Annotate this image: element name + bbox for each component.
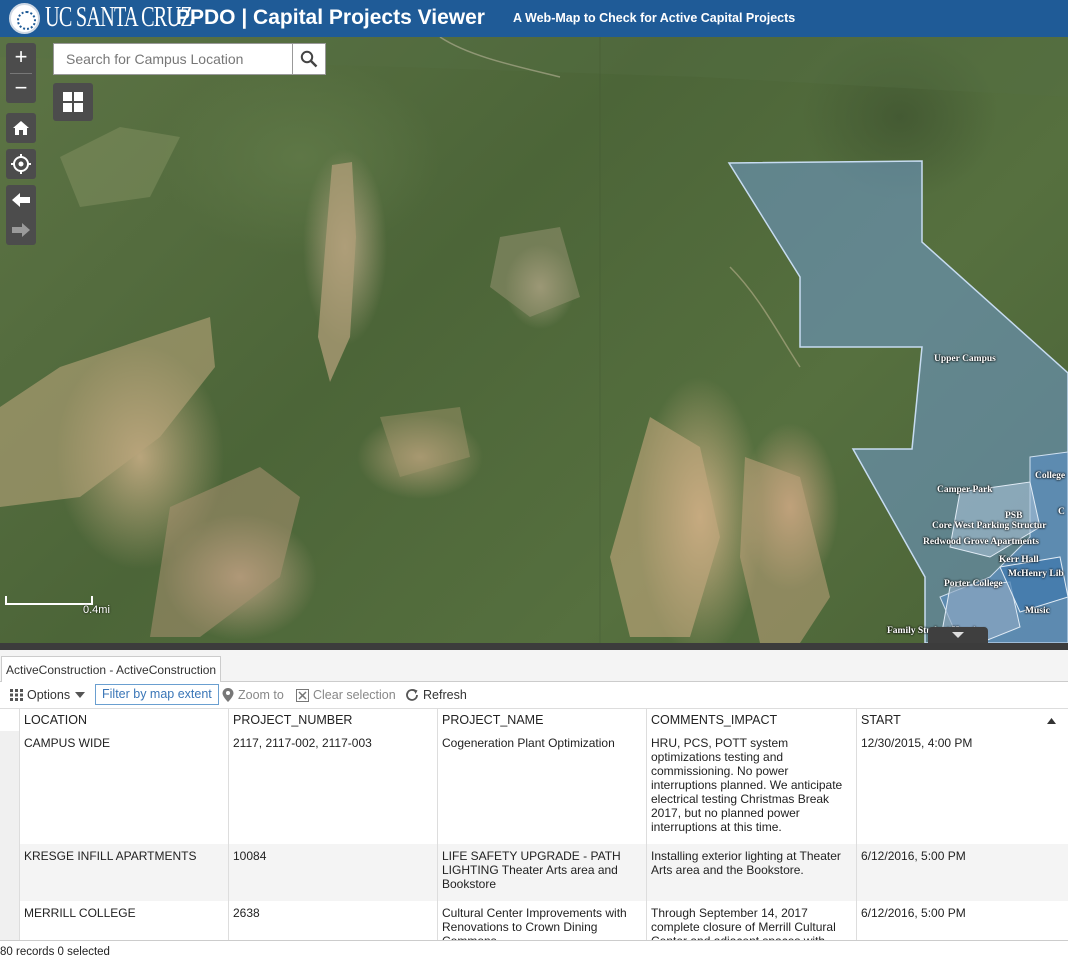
map-label-redwood-grove: Redwood Grove Apartments bbox=[923, 537, 1039, 547]
cell-start: 6/12/2016, 5:00 PM bbox=[861, 849, 966, 863]
refresh-button[interactable]: Refresh bbox=[405, 686, 467, 704]
forward-button[interactable] bbox=[11, 215, 31, 245]
scale-label: 0.4mi bbox=[83, 604, 110, 616]
table-row[interactable]: MERRILL COLLEGE 2638 Cultural Center Imp… bbox=[0, 901, 1068, 941]
home-icon bbox=[13, 121, 29, 135]
record-count-status: 80 records 0 selected bbox=[0, 946, 110, 958]
cell-comments-impact: HRU, PCS, POTT system optimizations test… bbox=[647, 731, 857, 844]
table-tab-bar: ActiveConstruction - ActiveConstruction bbox=[0, 650, 1068, 682]
select-all-cell[interactable] bbox=[0, 709, 20, 731]
cell-project-number: 10084 bbox=[229, 844, 438, 901]
table-header-row: LOCATION PROJECT_NUMBER PROJECT_NAME COM… bbox=[0, 709, 1068, 732]
map-imagery-overlay bbox=[0, 37, 1068, 643]
map-label-kerr-hall: Kerr Hall bbox=[999, 555, 1039, 565]
row-select-cell[interactable] bbox=[0, 901, 20, 941]
ucsc-wordmark: UC SANTA CRUZ bbox=[45, 2, 193, 33]
map-label-core-west: Core West Parking Structur bbox=[932, 521, 1047, 531]
ucsc-seal-logo bbox=[9, 3, 40, 34]
map-label-c: C bbox=[1058, 507, 1065, 517]
refresh-label: Refresh bbox=[423, 688, 467, 702]
row-select-cell[interactable] bbox=[0, 844, 20, 901]
app-header: UC SANTA CRUZ PPDO | Capital Projects Vi… bbox=[0, 0, 1068, 37]
column-header-project-name[interactable]: PROJECT_NAME bbox=[438, 709, 647, 731]
search-input[interactable] bbox=[54, 44, 292, 74]
map-label-porter-college: Porter College bbox=[944, 579, 1003, 589]
cell-location: MERRILL COLLEGE bbox=[20, 901, 229, 941]
map-label-mchenry: McHenry Lib bbox=[1008, 569, 1064, 579]
map-view[interactable]: Upper Campus College Camper Park PSB C C… bbox=[0, 37, 1068, 643]
app-title: PPDO | Capital Projects Viewer bbox=[176, 6, 485, 29]
app-subtitle: A Web-Map to Check for Active Capital Pr… bbox=[513, 11, 796, 25]
options-label: Options bbox=[27, 688, 71, 702]
attribute-table-toggle[interactable] bbox=[928, 627, 988, 643]
map-table-divider[interactable] bbox=[0, 643, 1068, 650]
clear-selection-label: Clear selection bbox=[313, 688, 396, 702]
cell-start: 12/30/2015, 4:00 PM bbox=[861, 736, 973, 750]
zoom-in-icon[interactable]: + bbox=[6, 43, 36, 73]
table-row[interactable]: KRESGE INFILL APARTMENTS 10084 LIFE SAFE… bbox=[0, 844, 1068, 901]
map-pin-icon bbox=[222, 688, 234, 702]
cell-location: KRESGE INFILL APARTMENTS bbox=[20, 844, 229, 901]
basemap-gallery-button[interactable] bbox=[53, 83, 93, 121]
map-label-upper-campus: Upper Campus bbox=[934, 354, 996, 364]
cell-project-number: 2117, 2117-002, 2117-003 bbox=[229, 731, 438, 844]
forward-arrow-icon bbox=[12, 223, 30, 237]
cell-project-name: Cogeneration Plant Optimization bbox=[438, 731, 647, 844]
grid-icon bbox=[10, 689, 23, 701]
zoom-out-icon[interactable]: − bbox=[6, 74, 36, 104]
attribute-grid: LOCATION PROJECT_NUMBER PROJECT_NAME COM… bbox=[0, 708, 1068, 941]
attribute-table-panel: ActiveConstruction - ActiveConstruction … bbox=[0, 650, 1068, 965]
filter-by-map-extent-button[interactable]: Filter by map extent bbox=[95, 684, 219, 705]
column-header-project-number[interactable]: PROJECT_NUMBER bbox=[229, 709, 438, 731]
sort-ascending-icon bbox=[1047, 718, 1056, 724]
back-button[interactable] bbox=[11, 185, 31, 215]
table-toolbar: Options Filter by map extent Zoom to Cle… bbox=[0, 682, 1068, 708]
map-label-music: Music bbox=[1025, 606, 1050, 616]
cell-project-name: Cultural Center Improvements with Renova… bbox=[438, 901, 647, 941]
start-header-label: START bbox=[861, 713, 901, 727]
tab-active-construction[interactable]: ActiveConstruction - ActiveConstruction bbox=[1, 656, 222, 682]
zoom-to-label: Zoom to bbox=[238, 688, 284, 702]
clear-selection-button[interactable]: Clear selection bbox=[296, 686, 396, 704]
cell-location: CAMPUS WIDE bbox=[20, 731, 229, 844]
locate-icon bbox=[11, 154, 31, 174]
search-button[interactable] bbox=[292, 44, 325, 74]
scale-bar bbox=[5, 596, 93, 605]
row-select-cell[interactable] bbox=[0, 731, 20, 844]
chevron-down-icon bbox=[952, 632, 964, 638]
caret-down-icon bbox=[75, 692, 86, 698]
table-footer-divider bbox=[0, 940, 1068, 941]
locate-button[interactable] bbox=[6, 149, 36, 179]
back-arrow-icon bbox=[12, 193, 30, 207]
cell-project-name: LIFE SAFETY UPGRADE - PATH LIGHTING Thea… bbox=[438, 844, 647, 901]
basemap-gallery-icon bbox=[63, 92, 83, 112]
clear-icon bbox=[296, 688, 309, 702]
column-header-location[interactable]: LOCATION bbox=[20, 709, 229, 731]
column-header-comments-impact[interactable]: COMMENTS_IMPACT bbox=[647, 709, 857, 731]
table-row[interactable]: CAMPUS WIDE 2117, 2117-002, 2117-003 Cog… bbox=[0, 731, 1068, 844]
column-header-start[interactable]: START bbox=[857, 709, 1068, 731]
cell-comments-impact: Installing exterior lighting at Theater … bbox=[647, 844, 857, 901]
cell-start: 6/12/2016, 5:00 PM bbox=[861, 906, 966, 920]
navigation-history bbox=[6, 185, 36, 245]
zoom-control: + − bbox=[6, 43, 36, 103]
home-button[interactable] bbox=[6, 113, 36, 143]
map-label-camper-park: Camper Park bbox=[937, 485, 993, 495]
refresh-icon bbox=[406, 689, 418, 701]
cell-project-number: 2638 bbox=[229, 901, 438, 941]
cell-comments-impact: Through September 14, 2017 complete clos… bbox=[647, 901, 857, 941]
map-label-college: College bbox=[1035, 471, 1066, 481]
search-icon bbox=[300, 50, 318, 68]
options-menu[interactable]: Options bbox=[10, 686, 86, 704]
zoom-to-button[interactable]: Zoom to bbox=[222, 686, 284, 704]
location-search bbox=[53, 43, 326, 75]
